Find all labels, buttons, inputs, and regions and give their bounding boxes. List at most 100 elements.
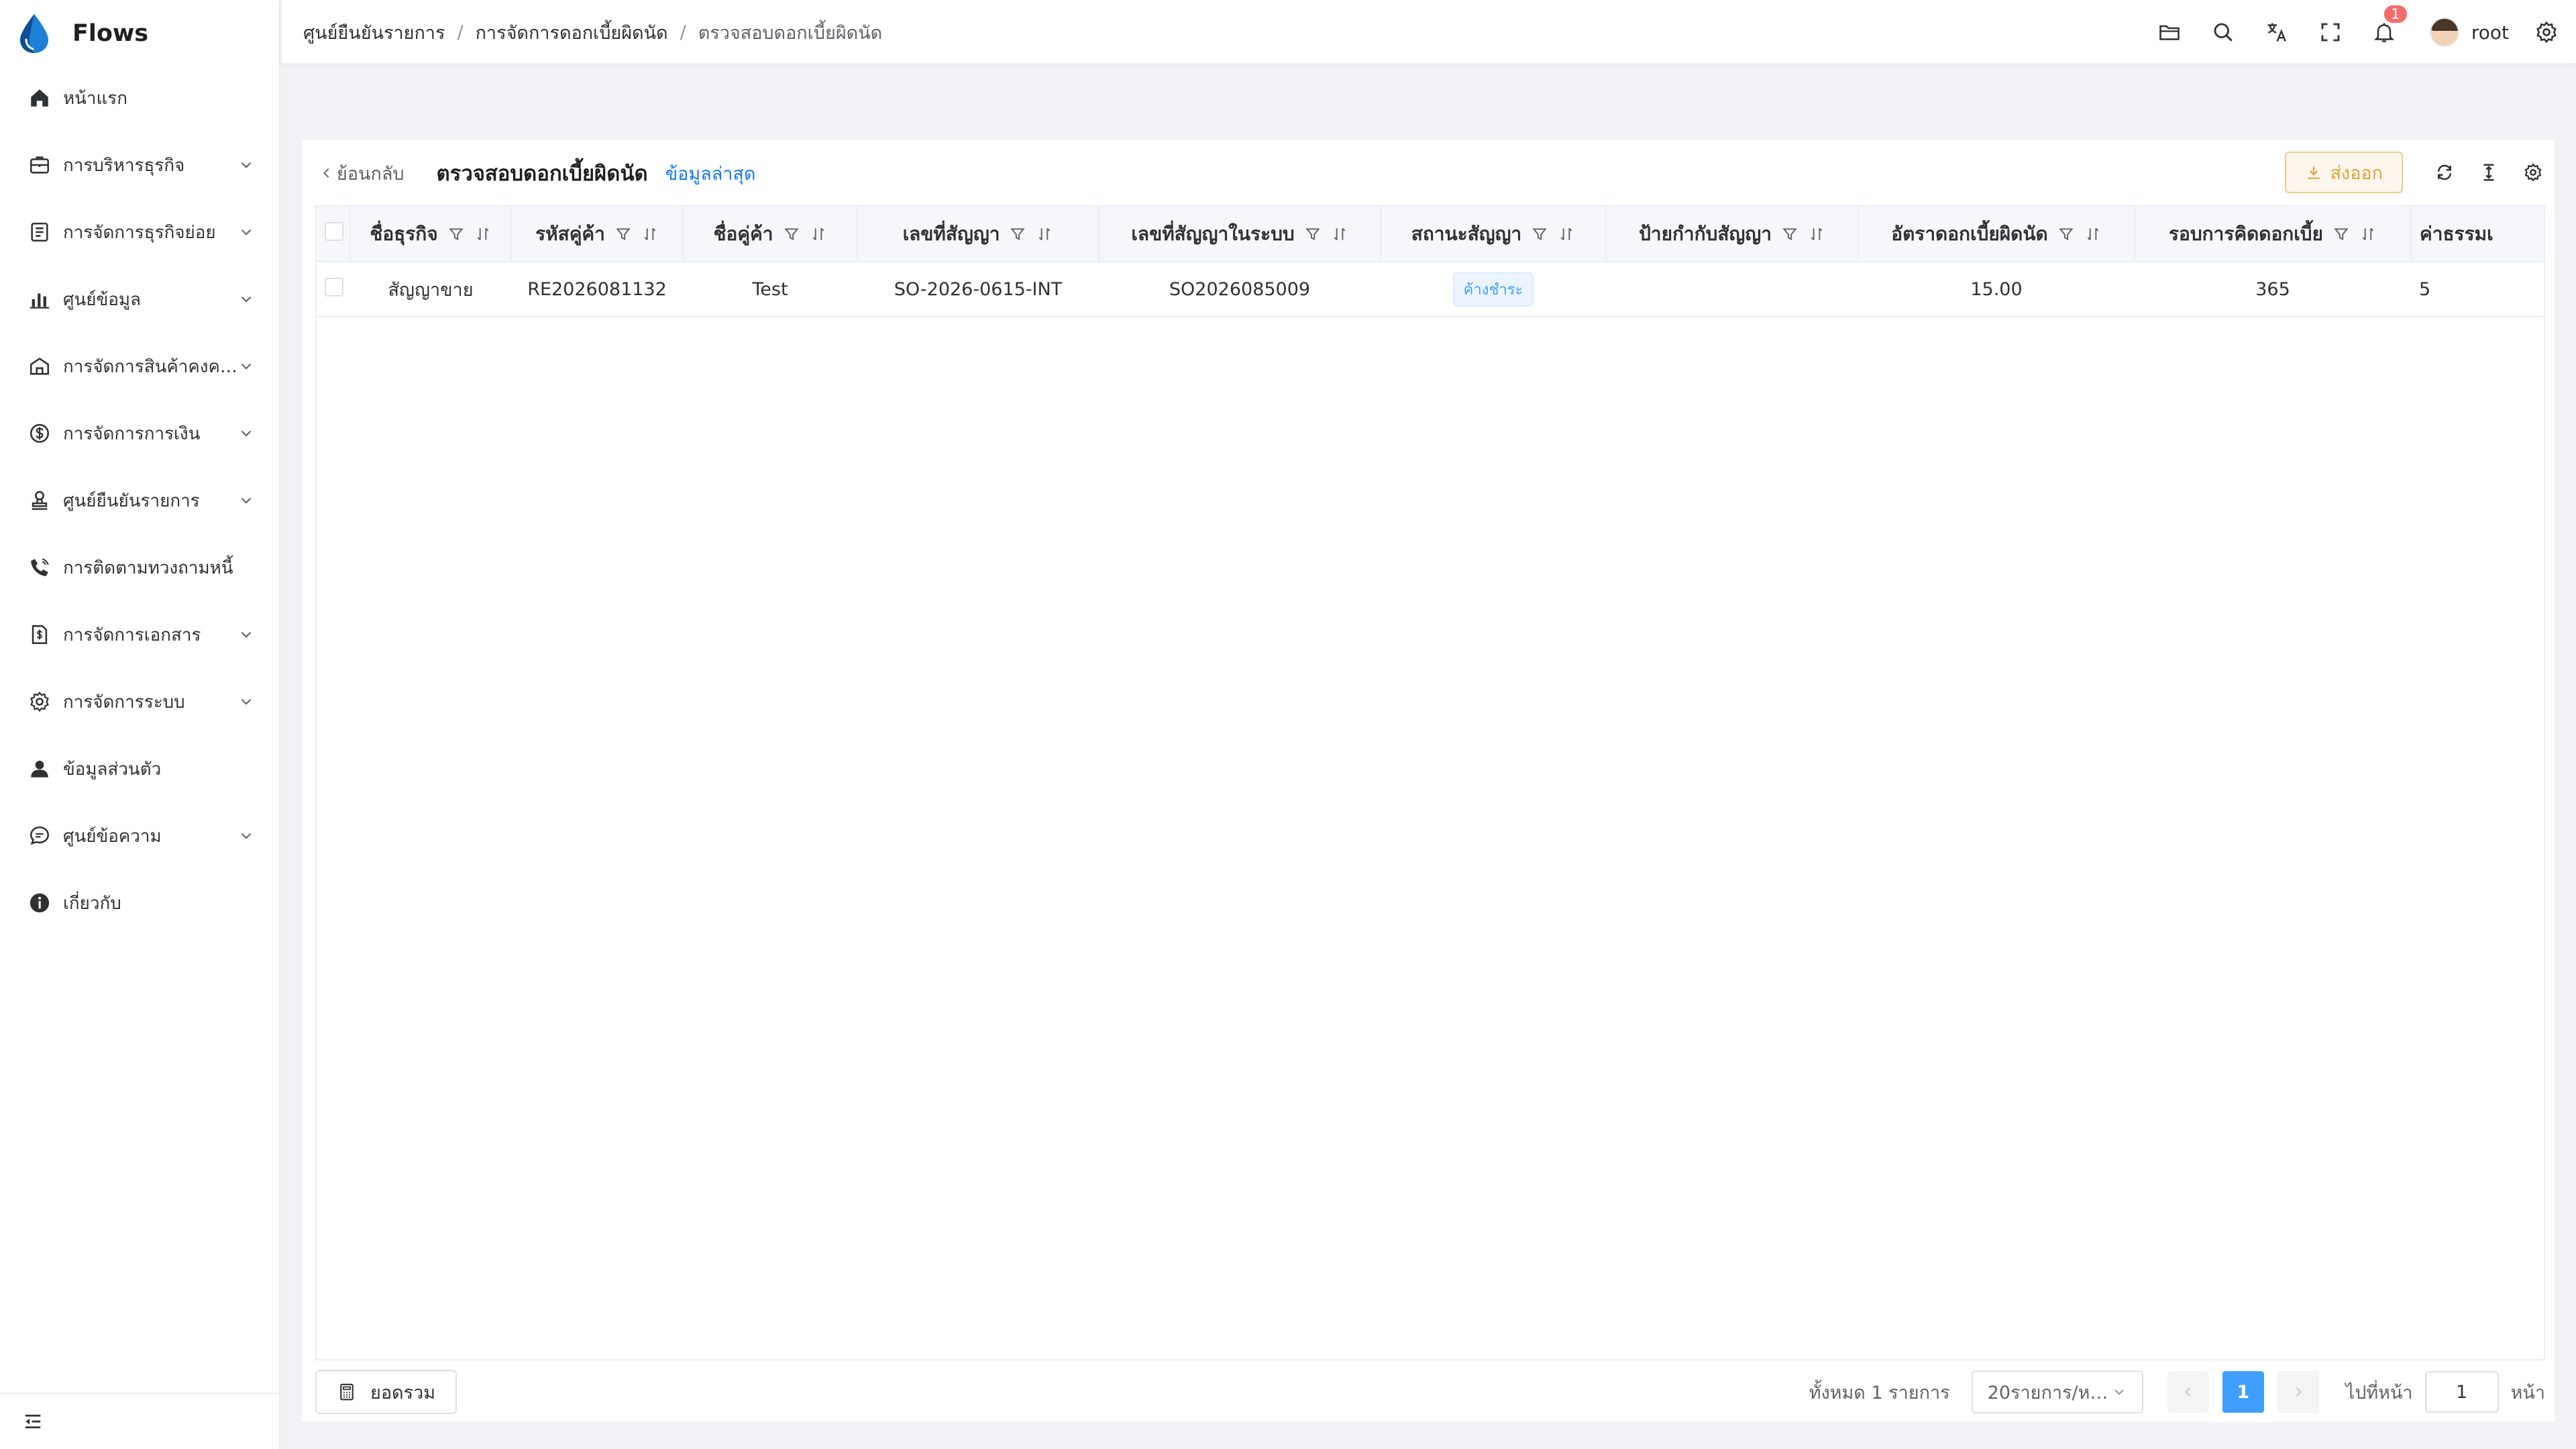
notification-button[interactable]: 1 bbox=[2371, 4, 2408, 46]
folder-button[interactable] bbox=[2156, 19, 2183, 46]
collapse-menu-icon[interactable] bbox=[23, 1411, 43, 1432]
cell-system-contract-no: SO2026085009 bbox=[1099, 262, 1381, 317]
sidebar-item-label: การจัดการเอกสาร bbox=[63, 625, 201, 645]
sidebar-item-about[interactable]: เกี่ยวกับ bbox=[0, 869, 279, 936]
chevron-right-icon bbox=[2296, 1387, 2302, 1397]
back-button[interactable]: ย้อนกลับ bbox=[319, 159, 405, 188]
app-logo[interactable]: Flows bbox=[16, 13, 148, 54]
summary-label: ยอดรวม bbox=[370, 1382, 436, 1403]
download-icon bbox=[2307, 166, 2320, 179]
prev-page-button[interactable] bbox=[2167, 1371, 2209, 1413]
cell-partner-code: RE2026081132 bbox=[511, 262, 683, 317]
sidebar-item-message-center[interactable]: ศูนย์ข้อความ bbox=[0, 802, 279, 869]
page-size-value: 20รายการ/หน้า bbox=[1987, 1382, 2111, 1403]
sidebar-item-profile[interactable]: ข้อมูลส่วนตัว bbox=[0, 735, 279, 802]
user-menu[interactable]: root bbox=[2429, 17, 2509, 47]
sort-icon[interactable] bbox=[810, 225, 827, 243]
row-checkbox[interactable] bbox=[325, 277, 343, 297]
breadcrumb-current: ตรวจสอบดอกเบี้ยผิดนัด bbox=[698, 22, 883, 44]
sidebar-menu: หน้าแรก การบริหารธุรกิจ การจัดการธุรกิจย… bbox=[0, 64, 279, 936]
column-header[interactable]: ชื่อธุรกิจ bbox=[350, 207, 512, 262]
export-label: ส่งออก bbox=[2330, 162, 2383, 184]
sidebar-item-confirmation-center[interactable]: ศูนย์ยืนยันรายการ bbox=[0, 467, 279, 534]
sort-icon[interactable] bbox=[1558, 225, 1575, 243]
sidebar-item-finance[interactable]: การจัดการการเงิน bbox=[0, 400, 279, 467]
breadcrumb-separator: / bbox=[680, 21, 686, 43]
table-settings-button[interactable] bbox=[2521, 160, 2545, 184]
sort-icon[interactable] bbox=[2359, 225, 2377, 243]
breadcrumb-item[interactable]: การจัดการดอกเบี้ยผิดนัด bbox=[476, 18, 668, 47]
sort-icon[interactable] bbox=[2084, 225, 2102, 243]
column-header[interactable]: เลขที่สัญญาในระบบ bbox=[1099, 207, 1381, 262]
column-header[interactable]: ชื่อคู่ค้า bbox=[683, 207, 858, 262]
sort-icon[interactable] bbox=[1036, 225, 1053, 243]
chevron-down-icon bbox=[241, 363, 252, 370]
filter-icon[interactable] bbox=[1781, 225, 1799, 243]
cell-fee: 5 bbox=[2411, 262, 2544, 317]
search-button[interactable] bbox=[2210, 19, 2237, 46]
calculator-icon bbox=[340, 1383, 354, 1401]
refresh-button[interactable] bbox=[2432, 160, 2457, 184]
sidebar-item-documents[interactable]: การจัดการเอกสาร bbox=[0, 601, 279, 668]
sidebar-item-system-management[interactable]: การจัดการระบบ bbox=[0, 668, 279, 735]
page-number-current[interactable]: 1 bbox=[2222, 1371, 2264, 1413]
latest-data-link[interactable]: ข้อมูลล่าสุด bbox=[665, 159, 756, 188]
sidebar-item-home[interactable]: หน้าแรก bbox=[0, 64, 279, 131]
sidebar-item-data-center[interactable]: ศูนย์ข้อมูล bbox=[0, 266, 279, 333]
export-button[interactable]: ส่งออก bbox=[2284, 152, 2403, 193]
filter-icon[interactable] bbox=[2332, 225, 2350, 243]
filter-icon[interactable] bbox=[2057, 225, 2075, 243]
filter-icon[interactable] bbox=[1531, 225, 1548, 243]
column-header[interactable]: ป้ายกำกับสัญญา bbox=[1606, 207, 1859, 262]
sort-icon[interactable] bbox=[1808, 225, 1825, 243]
stamp-icon bbox=[32, 490, 48, 511]
column-header[interactable]: สถานะสัญญา bbox=[1381, 207, 1607, 262]
fullscreen-icon bbox=[2321, 23, 2340, 42]
sidebar-item-inventory[interactable]: การจัดการสินค้าคงคลัง bbox=[0, 333, 279, 400]
language-button[interactable] bbox=[2263, 19, 2290, 46]
info-icon bbox=[30, 893, 50, 913]
filter-icon[interactable] bbox=[783, 225, 800, 243]
filter-icon[interactable] bbox=[1304, 225, 1322, 243]
fullscreen-button[interactable] bbox=[2317, 19, 2344, 46]
column-header[interactable]: รหัสคู่ค้า bbox=[511, 207, 684, 262]
header-settings-button[interactable] bbox=[2533, 19, 2560, 46]
sidebar-item-sub-business[interactable]: การจัดการธุรกิจย่อย bbox=[0, 199, 279, 266]
sidebar-item-label: ศูนย์ยืนยันรายการ bbox=[63, 490, 200, 511]
select-all-checkbox[interactable] bbox=[325, 222, 343, 241]
table-row[interactable]: สัญญาขาย RE2026081132 Test SO-2026-0615-… bbox=[317, 262, 2544, 317]
sidebar-item-debt-collection[interactable]: การติดตามทวงถามหนี้ bbox=[0, 534, 279, 601]
sidebar-item-business-management[interactable]: การบริหารธุรกิจ bbox=[0, 131, 279, 199]
sort-icon[interactable] bbox=[474, 225, 492, 243]
username: root bbox=[2471, 21, 2509, 44]
sort-icon[interactable] bbox=[1331, 225, 1348, 243]
chevron-down-icon bbox=[241, 296, 252, 303]
sort-icon[interactable] bbox=[641, 225, 659, 243]
sidebar-item-label: การจัดการระบบ bbox=[63, 692, 185, 712]
column-height-button[interactable] bbox=[2477, 160, 2501, 184]
column-header[interactable]: อัตราดอกเบี้ยผิดนัด bbox=[1858, 207, 2135, 262]
filter-icon[interactable] bbox=[447, 225, 465, 243]
sidebar-item-label: การจัดการสินค้าคงคลัง bbox=[63, 356, 237, 377]
chevron-left-icon bbox=[323, 168, 329, 178]
data-table: ชื่อธุรกิจ รหัสคู่ค้า ชื่อคู่ค้า เลขที่ส… bbox=[315, 205, 2545, 1360]
cell-contract-status: ค้างชำระ bbox=[1381, 262, 1606, 317]
chevron-down-icon bbox=[241, 162, 252, 168]
breadcrumb-separator: / bbox=[457, 21, 464, 43]
user-icon bbox=[31, 760, 48, 777]
column-header[interactable]: เลขที่สัญญา bbox=[857, 207, 1099, 262]
breadcrumb-item[interactable]: ศูนย์ยืนยันรายการ bbox=[303, 18, 445, 47]
table-header-row: ชื่อธุรกิจ รหัสคู่ค้า ชื่อคู่ค้า เลขที่ส… bbox=[317, 207, 2544, 262]
column-header[interactable]: ค่าธรรมเ bbox=[2411, 207, 2544, 262]
filter-icon[interactable] bbox=[614, 225, 632, 243]
page-size-select[interactable]: 20รายการ/หน้า bbox=[1971, 1371, 2143, 1413]
chevron-down-icon bbox=[241, 833, 252, 839]
summary-button[interactable]: ยอดรวม bbox=[315, 1370, 458, 1414]
status-badge: ค้างชำระ bbox=[1452, 272, 1534, 307]
filter-icon[interactable] bbox=[1009, 225, 1026, 243]
bar-chart-icon bbox=[30, 293, 50, 309]
cell-contract-label bbox=[1606, 262, 1858, 317]
column-header[interactable]: รอบการคิดดอกเบี้ย bbox=[2135, 207, 2412, 262]
next-page-button[interactable] bbox=[2277, 1371, 2319, 1413]
goto-page-input[interactable]: 1 bbox=[2424, 1371, 2499, 1413]
